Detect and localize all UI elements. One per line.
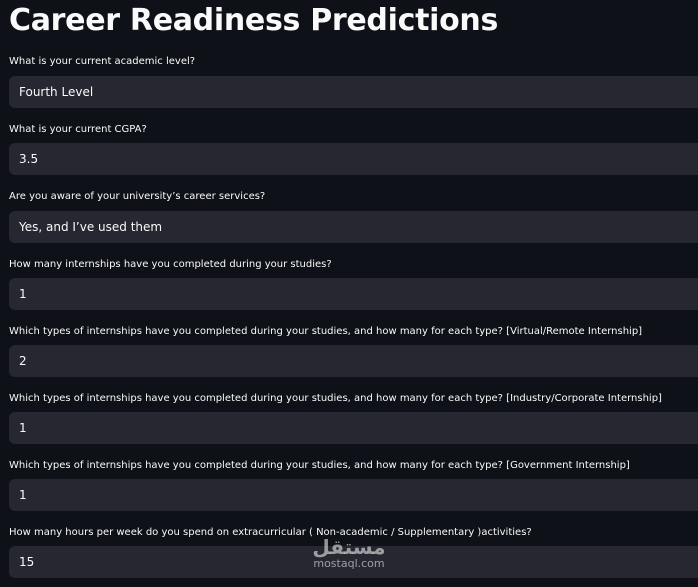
- question-label-academic-level: What is your current academic level?: [9, 56, 196, 67]
- academic-level-select[interactable]: Fourth Level: [9, 76, 698, 108]
- watermark-domain: mostaql.com: [313, 557, 385, 570]
- question-label-virtual-internship: Which types of internships have you comp…: [9, 326, 643, 337]
- mostaql-watermark: مستقل mostaql.com: [300, 536, 398, 570]
- government-internship-input[interactable]: 1: [9, 479, 698, 511]
- question-label-internships-count: How many internships have you completed …: [9, 259, 332, 270]
- question-label-cgpa: What is your current CGPA?: [9, 124, 147, 135]
- internships-count-input[interactable]: 1: [9, 278, 698, 310]
- corporate-internship-input[interactable]: 1: [9, 412, 698, 444]
- question-label-extracurricular-hours: How many hours per week do you spend on …: [9, 527, 532, 538]
- career-services-select[interactable]: Yes, and I’ve used them: [9, 211, 698, 243]
- page-title: Career Readiness Predictions: [9, 3, 499, 38]
- question-label-corporate-internship: Which types of internships have you comp…: [9, 393, 662, 404]
- question-label-career-services: Are you aware of your university’s caree…: [9, 191, 266, 202]
- question-label-government-internship: Which types of internships have you comp…: [9, 460, 630, 471]
- cgpa-input[interactable]: 3.5: [9, 143, 698, 175]
- virtual-internship-input[interactable]: 2: [9, 345, 698, 377]
- watermark-logo: مستقل: [312, 535, 386, 559]
